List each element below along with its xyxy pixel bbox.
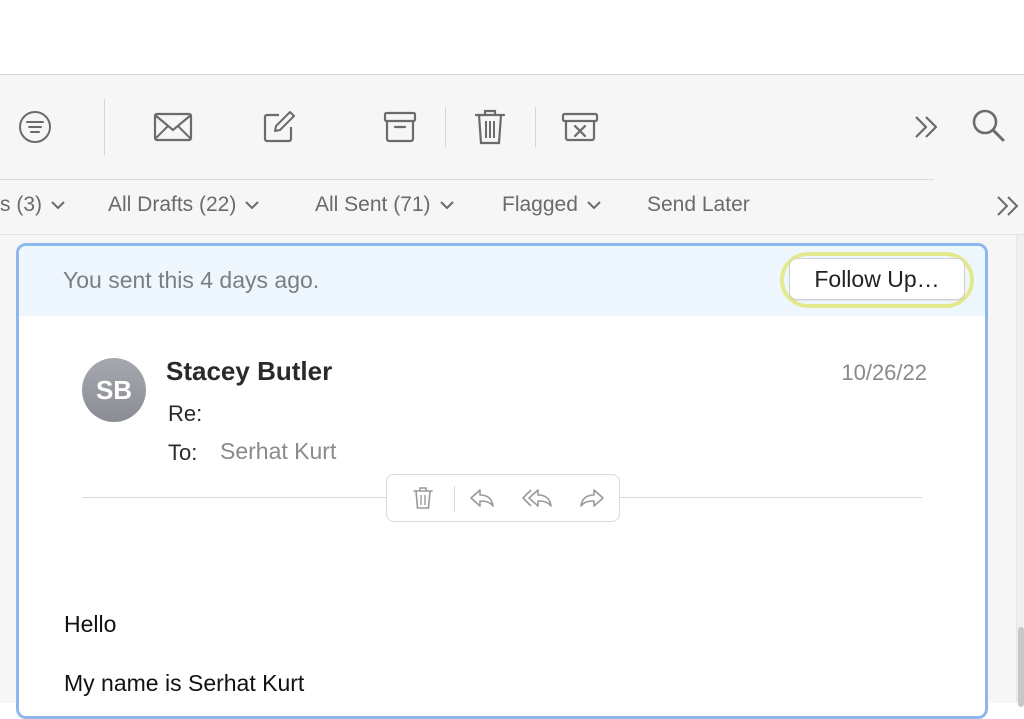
favorites-bar-separator [0,234,1024,235]
delete-message-button[interactable] [407,483,439,513]
chevron-down-icon [439,201,454,210]
toolbar-divider [445,107,446,147]
toolbar-divider [535,107,536,147]
forward-icon [580,489,604,507]
chevron-down-icon [245,201,260,210]
favorite-item-all-drafts[interactable]: All Drafts (22) [108,193,260,217]
archive-button[interactable] [378,105,422,149]
filter-button[interactable] [13,105,57,149]
double-chevron-right-icon [915,116,938,138]
get-mail-button[interactable] [151,105,195,149]
chevron-down-icon [587,201,601,210]
avatar: SB [82,358,146,422]
actions-divider [454,486,455,512]
chevron-down-icon [51,201,65,210]
favorite-item-label: s (3) [0,193,42,216]
favorite-item-all-sent[interactable]: All Sent (71) [315,193,455,217]
trash-icon [474,109,506,145]
mail-window: s (3) All Drafts (22) All Sent (71) Flag… [0,74,1024,719]
search-button[interactable] [966,103,1010,147]
favorite-item-label: Flagged [502,193,578,216]
envelope-icon [153,112,193,142]
compose-button[interactable] [257,105,301,149]
scrollbar-thumb[interactable] [1018,627,1024,707]
double-chevron-right-icon [997,196,1018,216]
reply-all-button[interactable] [520,483,556,513]
compose-icon [263,111,295,143]
subject-label: Re: [168,401,203,426]
search-icon [972,109,1005,142]
message-body-line: Hello [64,611,117,637]
delete-button[interactable] [468,105,512,149]
junk-icon [561,112,599,142]
trash-icon [413,487,433,509]
favorite-item-label: All Sent (71) [315,193,431,216]
message-date: 10/26/22 [841,360,927,385]
to-recipient[interactable]: Serhat Kurt [220,438,336,465]
favorite-item-label: Send Later [647,193,750,216]
favorite-item-send-later[interactable]: Send Later [647,193,750,217]
reply-all-icon [522,489,552,507]
favorite-item-mailbox[interactable]: s (3) [0,193,66,217]
follow-up-button[interactable]: Follow Up… [789,258,965,300]
reply-button[interactable] [466,483,498,513]
toolbar [0,75,1024,179]
favorite-item-label: All Drafts (22) [108,193,237,216]
message-body-line: My name is Serhat Kurt [64,670,305,696]
more-toolbar-button[interactable] [905,105,949,149]
reply-icon [470,489,494,507]
to-label: To: [168,440,198,465]
banner-text: You sent this 4 days ago. [63,267,320,293]
favorites-bar: s (3) All Drafts (22) All Sent (71) Flag… [0,180,1024,234]
follow-up-banner: You sent this 4 days ago. Follow Up… [19,246,985,316]
filter-icon [19,111,51,143]
window-top-area [0,0,1024,74]
sender-name: Stacey Butler [166,356,333,386]
message-view: You sent this 4 days ago. Follow Up… SB … [16,243,988,719]
toolbar-divider [104,99,105,155]
forward-button[interactable] [576,483,608,513]
archive-icon [383,111,417,143]
message-actions [386,474,620,522]
junk-button[interactable] [558,105,602,149]
more-favorites-button[interactable] [994,193,1024,219]
favorite-item-flagged[interactable]: Flagged [502,193,602,217]
